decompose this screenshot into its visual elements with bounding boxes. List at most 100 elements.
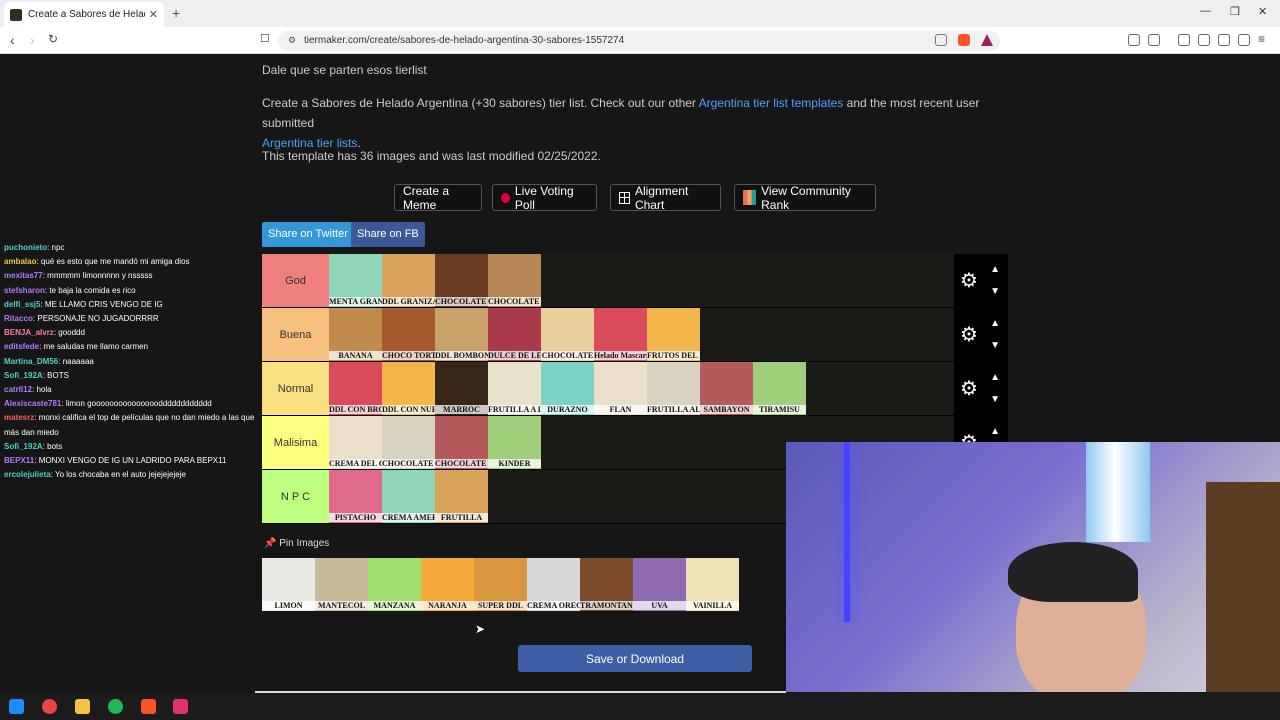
tier-label[interactable]: Malisima: [262, 416, 329, 469]
move-down-icon[interactable]: ▼: [990, 340, 1000, 351]
move-up-icon[interactable]: ▲: [990, 372, 1000, 383]
pinned-item[interactable]: SUPER DDL: [474, 558, 527, 611]
tier-item[interactable]: CHOCO TORTA: [382, 308, 435, 361]
tier-item[interactable]: MARROC: [435, 362, 488, 415]
chat-username[interactable]: Martina_DM56: [4, 357, 58, 366]
gear-icon[interactable]: ⚙: [960, 376, 978, 401]
tier-item[interactable]: CHOCOLATE AL WHISKY: [435, 416, 488, 469]
close-tab-icon[interactable]: ✕: [149, 8, 158, 21]
chat-username[interactable]: BEPX11: [4, 456, 34, 465]
chat-username[interactable]: BENJA_alvrz: [4, 328, 54, 337]
extensions-icon[interactable]: [1128, 34, 1140, 46]
windows-start-icon[interactable]: [9, 699, 24, 714]
view-community-rank-button[interactable]: View Community Rank: [734, 184, 876, 212]
new-tab-icon[interactable]: +: [172, 5, 180, 21]
save-or-download-button[interactable]: Save or Download: [518, 645, 752, 672]
sidebar-icon[interactable]: [1178, 34, 1190, 46]
tier-item[interactable]: FRUTOS DEL BOSQUE: [647, 308, 700, 361]
chat-username[interactable]: ercolejulieta: [4, 470, 51, 479]
spotify-icon[interactable]: [108, 699, 123, 714]
brave-browser-icon[interactable]: [141, 699, 156, 714]
chat-username[interactable]: Ritacco: [4, 314, 33, 323]
tier-item[interactable]: MENTA GRANIZADA: [329, 254, 382, 307]
chat-username[interactable]: delfi_ssj5: [4, 300, 40, 309]
pinned-item[interactable]: LIMON: [262, 558, 315, 611]
forward-icon[interactable]: ›: [30, 32, 35, 48]
move-down-icon[interactable]: ▼: [990, 394, 1000, 405]
wallet-icon[interactable]: [1198, 34, 1210, 46]
share-icon[interactable]: [935, 34, 947, 46]
tier-label[interactable]: Buena: [262, 308, 329, 361]
reload-icon[interactable]: ↻: [48, 32, 58, 46]
bookmark-icon[interactable]: ☐: [260, 32, 270, 45]
tier-item[interactable]: FRUTILLA: [435, 470, 488, 523]
move-up-icon[interactable]: ▲: [990, 318, 1000, 329]
vpn-icon[interactable]: [1238, 34, 1250, 46]
chat-username[interactable]: Sofi_192A: [4, 371, 43, 380]
tier-item[interactable]: CHOCOLATE BLANCO: [382, 416, 435, 469]
tier-item[interactable]: FRUTILLA A LA REINA: [488, 362, 541, 415]
gear-icon[interactable]: ⚙: [960, 322, 978, 347]
tier-item[interactable]: DDL GRANIZADO: [382, 254, 435, 307]
obs-icon[interactable]: [42, 699, 57, 714]
leo-ai-icon[interactable]: [1218, 34, 1230, 46]
create-meme-button[interactable]: Create a Meme: [394, 184, 482, 212]
tier-label[interactable]: N P C: [262, 470, 329, 523]
pinned-item[interactable]: UVA: [633, 558, 686, 611]
chat-username[interactable]: editsfede: [4, 342, 39, 351]
restore-icon[interactable]: ❐: [1230, 5, 1240, 18]
move-up-icon[interactable]: ▲: [990, 264, 1000, 275]
gear-icon[interactable]: ⚙: [960, 268, 978, 293]
chat-username[interactable]: Alexiscaste781: [4, 399, 61, 408]
chat-username[interactable]: ambalao: [4, 257, 36, 266]
move-up-icon[interactable]: ▲: [990, 426, 1000, 437]
tier-item[interactable]: KINDER: [488, 416, 541, 469]
tier-item[interactable]: PISTACHO: [329, 470, 382, 523]
pinned-item[interactable]: CREMA OREO: [527, 558, 580, 611]
tier-item[interactable]: CREMA AMERICANA: [382, 470, 435, 523]
tier-item[interactable]: Helado Mascarpone: [594, 308, 647, 361]
chat-username[interactable]: matesrz: [4, 413, 34, 422]
tier-item[interactable]: SAMBAYON: [700, 362, 753, 415]
tier-item[interactable]: DURAZNO: [541, 362, 594, 415]
back-icon[interactable]: ‹: [10, 32, 15, 48]
tiktok-icon[interactable]: [173, 699, 188, 714]
chat-username[interactable]: mexitas77: [4, 271, 43, 280]
menu-icon[interactable]: ≡: [1258, 32, 1265, 46]
minimize-icon[interactable]: —: [1200, 5, 1211, 17]
tier-item[interactable]: FRUTILLA AL AGUA: [647, 362, 700, 415]
pinned-item[interactable]: NARANJA: [421, 558, 474, 611]
tier-item[interactable]: DDL CON BROWNIE: [329, 362, 382, 415]
tier-item[interactable]: DDL BOMBON: [435, 308, 488, 361]
live-voting-poll-button[interactable]: Live Voting Poll: [492, 184, 597, 212]
brave-shields-icon[interactable]: [958, 34, 970, 46]
share-twitter-button[interactable]: Share on Twitter: [262, 222, 354, 247]
tier-item[interactable]: CHOCOLATE SUIZO: [435, 254, 488, 307]
tier-item[interactable]: CHOCOLATE: [541, 308, 594, 361]
tier-label[interactable]: God: [262, 254, 329, 307]
site-info-icon[interactable]: ⚙: [288, 35, 296, 46]
chat-username[interactable]: puchonieto: [4, 243, 47, 252]
tier-item[interactable]: BANANA: [329, 308, 382, 361]
tier-item[interactable]: CREMA DEL CIELO: [329, 416, 382, 469]
pinned-item[interactable]: MANZANA: [368, 558, 421, 611]
browser-tab[interactable]: Create a Sabores de Helado Arg ✕: [4, 2, 164, 27]
chat-username[interactable]: stefsharon: [4, 286, 45, 295]
chat-username[interactable]: catrll12: [4, 385, 32, 394]
file-explorer-icon[interactable]: [75, 699, 90, 714]
url-field[interactable]: tiermaker.com/create/sabores-de-helado-a…: [278, 31, 1000, 51]
chat-username[interactable]: Sofi_192A: [4, 442, 43, 451]
tier-item[interactable]: TIRAMISU: [753, 362, 806, 415]
move-down-icon[interactable]: ▼: [990, 286, 1000, 297]
close-window-icon[interactable]: ✕: [1258, 5, 1267, 18]
pinned-item[interactable]: TRAMONTANA: [580, 558, 633, 611]
alignment-chart-button[interactable]: Alignment Chart: [610, 184, 721, 212]
pinned-item[interactable]: VAINILLA: [686, 558, 739, 611]
tier-label[interactable]: Normal: [262, 362, 329, 415]
tier-item[interactable]: CHOCOLATE CON ALMENDRAS: [488, 254, 541, 307]
share-fb-button[interactable]: Share on FB: [351, 222, 425, 247]
argentina-templates-link[interactable]: Argentina tier list templates: [699, 96, 844, 110]
tier-item[interactable]: FLAN: [594, 362, 647, 415]
screenshot-icon[interactable]: [1148, 34, 1160, 46]
tier-item[interactable]: DDL CON NUEZ: [382, 362, 435, 415]
